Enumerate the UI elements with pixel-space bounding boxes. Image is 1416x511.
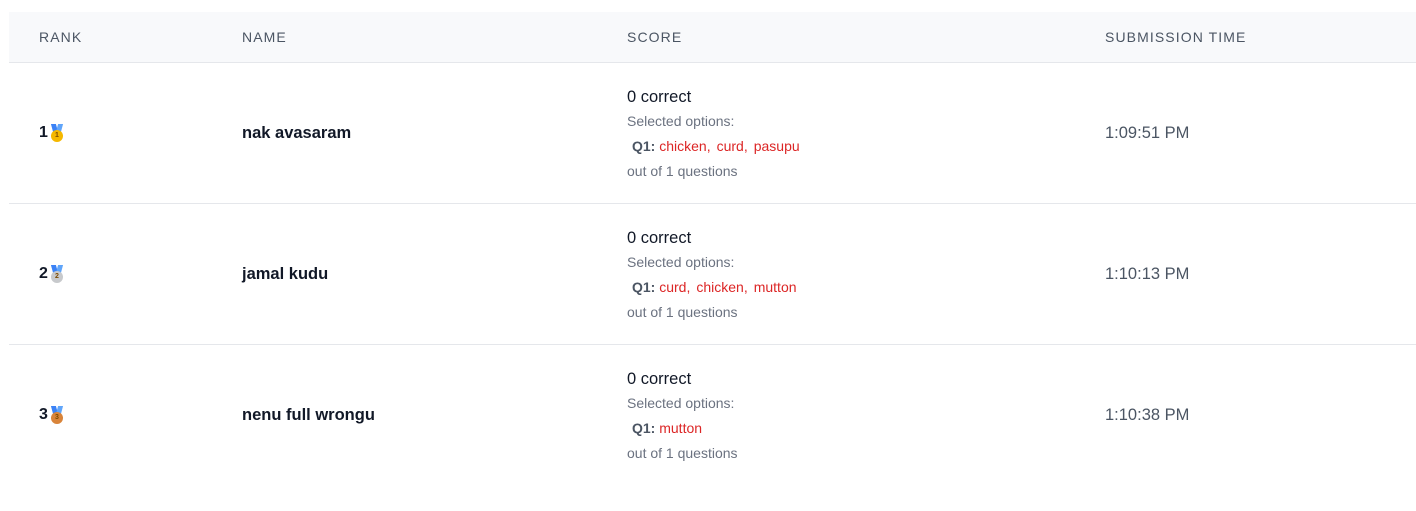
- selected-option: chicken: [659, 138, 707, 154]
- participant-name: jamal kudu: [242, 264, 329, 283]
- selected-options-label: Selected options:: [627, 254, 735, 270]
- medal-number: 3: [50, 412, 63, 424]
- question-label: Q1:: [632, 420, 656, 436]
- correct-count: 0 correct: [627, 370, 692, 388]
- selected-option: pasupu: [753, 138, 800, 154]
- table-row: 3 3 nenu full wrongu 0 correct Selected opti…: [9, 345, 1416, 485]
- question-answers: Q1: curd, chicken, mutton: [632, 279, 797, 295]
- rank-number: 1: [39, 124, 48, 141]
- selected-option: curd: [659, 279, 687, 295]
- correct-count: 0 correct: [627, 88, 692, 106]
- correct-count: 0 correct: [627, 229, 692, 247]
- column-header-score: Score: [627, 29, 683, 45]
- submission-time: 1:10:38 PM: [1105, 405, 1190, 424]
- table-row: 1 1 nak avasaram 0 correct Selected options:…: [9, 63, 1416, 204]
- score-cell: 0 correct Selected options: Q1: chicken, cu…: [627, 85, 800, 184]
- column-header-rank: Rank: [39, 29, 83, 45]
- question-answers: Q1: mutton: [627, 416, 738, 441]
- column-header-submission-time: Submission Time: [1105, 29, 1247, 45]
- submission-time: 1:10:13 PM: [1105, 264, 1190, 283]
- rank-cell: 11: [39, 63, 64, 203]
- rank-number: 2: [39, 265, 48, 282]
- question-label: Q1:: [632, 138, 656, 154]
- column-header-name: Name: [242, 29, 287, 45]
- out-of-questions: out of 1 questions: [627, 304, 738, 320]
- score-cell: 0 correct Selected options: Q1: curd, chick…: [627, 226, 797, 325]
- rank-number: 3: [39, 406, 48, 423]
- selected-option: mutton: [659, 420, 703, 436]
- rank-cell: 22: [39, 204, 64, 344]
- bronze-medal-icon: 3: [50, 406, 64, 424]
- out-of-questions: out of 1 questions: [627, 163, 738, 179]
- selected-option: mutton: [753, 279, 797, 295]
- score-cell: 0 correct Selected options: Q1: mutton out …: [627, 367, 738, 466]
- table-body: 1 1 nak avasaram 0 correct Selected options:…: [9, 63, 1416, 485]
- participant-name: nenu full wrongu: [242, 405, 375, 424]
- participant-name: nak avasaram: [242, 123, 352, 142]
- selected-options-label: Selected options:: [627, 113, 735, 129]
- medal-number: 2: [50, 271, 63, 283]
- rank-cell: 33: [39, 345, 64, 485]
- selected-options-label: Selected options:: [627, 395, 735, 411]
- table-row: 2 2 jamal kudu 0 correct Selected options: Q1…: [9, 204, 1416, 345]
- leaderboard-table: Rank Name Score Submission Time 1 1 nak av…: [9, 12, 1416, 485]
- question-answers: Q1: chicken, curd, pasupu: [632, 138, 800, 154]
- medal-number: 1: [50, 130, 63, 142]
- table-header: Rank Name Score Submission Time: [9, 12, 1416, 63]
- out-of-questions: out of 1 questions: [627, 445, 738, 461]
- submission-time: 1:09:51 PM: [1105, 123, 1190, 142]
- question-label: Q1:: [632, 279, 656, 295]
- selected-option: chicken: [696, 279, 744, 295]
- selected-option: curd: [716, 138, 744, 154]
- silver-medal-icon: 2: [50, 265, 64, 283]
- gold-medal-icon: 1: [50, 124, 64, 142]
